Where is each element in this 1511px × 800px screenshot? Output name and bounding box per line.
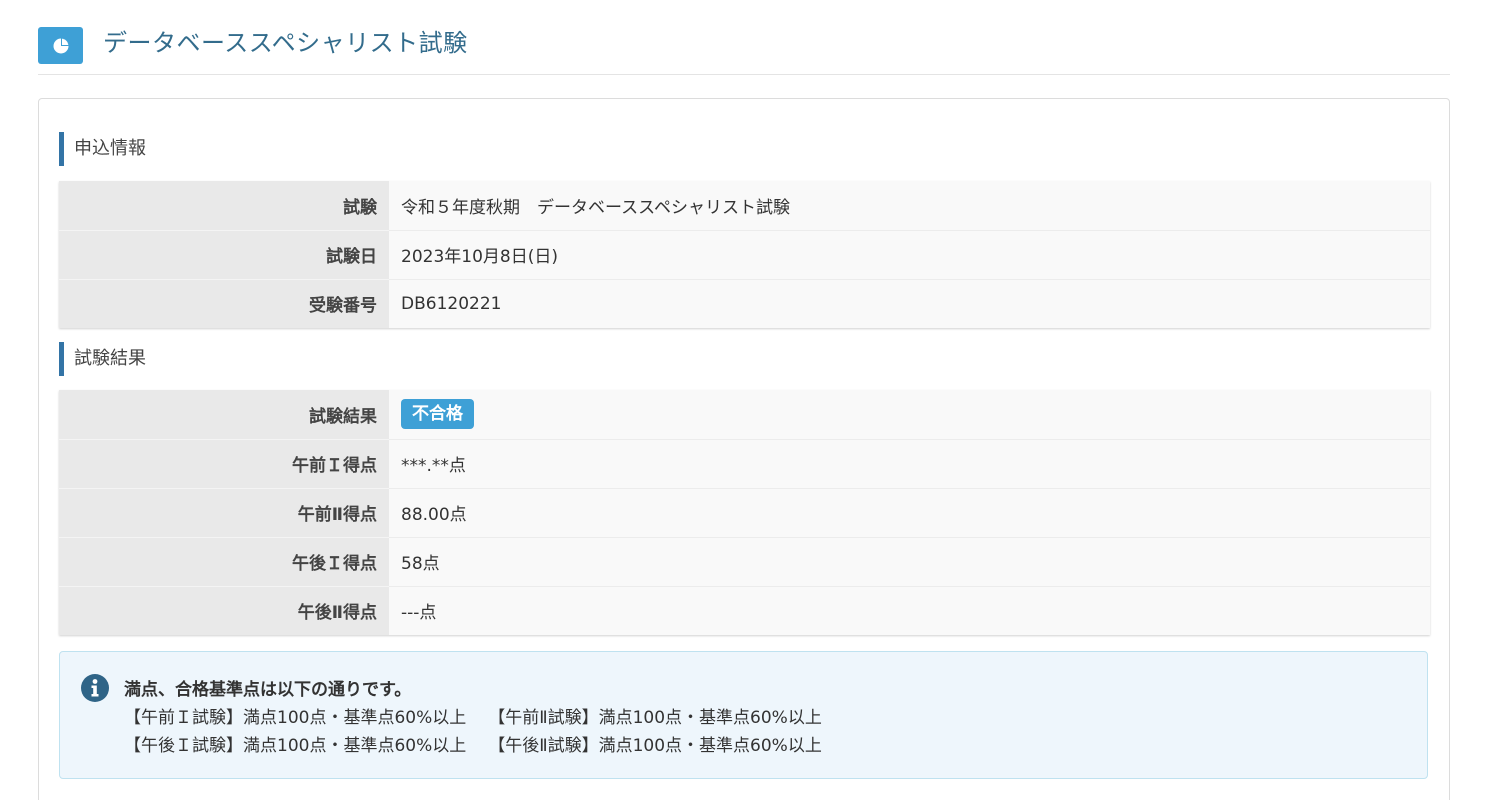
table-row: 試験日 2023年10月8日(日)	[59, 230, 1430, 280]
score-notice-alert: 満点、合格基準点は以下の通りです。 【午前Ｉ試験】満点100点・基準点60%以上…	[59, 651, 1428, 779]
table-row: 午後Ｉ得点 58点	[59, 537, 1430, 587]
row-value: ***.**点	[389, 439, 1430, 489]
section-heading-application: 申込情報	[59, 132, 146, 166]
row-value: 令和５年度秋期 データベーススペシャリスト試験	[389, 181, 1430, 231]
exam-result-table: 試験結果 不合格 午前Ｉ得点 ***.**点 午前Ⅱ得点 88.00点 午後Ｉ得…	[59, 390, 1430, 635]
status-badge: 不合格	[401, 399, 474, 430]
row-label: 午前Ｉ得点	[59, 439, 389, 489]
row-value: 2023年10月8日(日)	[389, 230, 1430, 280]
notice-line-2: 【午後Ｉ試験】満点100点・基準点60%以上 【午後Ⅱ試験】満点100点・基準点6…	[124, 732, 822, 760]
row-label: 午前Ⅱ得点	[59, 488, 389, 538]
info-icon	[81, 674, 109, 702]
row-value: 不合格	[389, 390, 1430, 440]
notice-text: 【午後Ｉ試験】満点100点・基準点60%以上	[124, 736, 467, 756]
row-value: 88.00点	[389, 488, 1430, 538]
row-value: 58点	[389, 537, 1430, 587]
table-row: 試験結果 不合格	[59, 390, 1430, 440]
notice-body: 満点、合格基準点は以下の通りです。 【午前Ｉ試験】満点100点・基準点60%以上…	[124, 676, 822, 760]
row-value: DB6120221	[389, 279, 1430, 328]
main-card: 申込情報 試験 令和５年度秋期 データベーススペシャリスト試験 試験日 2023…	[38, 98, 1450, 800]
row-label: 午後Ｉ得点	[59, 537, 389, 587]
row-label: 午後Ⅱ得点	[59, 586, 389, 635]
page-title: データベーススペシャリスト試験	[103, 29, 468, 57]
page-header: データベーススペシャリスト試験	[38, 0, 1450, 75]
pie-chart-icon	[38, 27, 83, 64]
notice-text: 【午前Ｉ試験】満点100点・基準点60%以上	[124, 708, 467, 728]
row-label: 試験日	[59, 230, 389, 280]
page: データベーススペシャリスト試験 申込情報 試験 令和５年度秋期 データベーススペ…	[0, 0, 1511, 800]
section-heading-result: 試験結果	[59, 342, 146, 376]
row-label: 試験結果	[59, 390, 389, 440]
application-info-table: 試験 令和５年度秋期 データベーススペシャリスト試験 試験日 2023年10月8…	[59, 181, 1430, 328]
table-row: 試験 令和５年度秋期 データベーススペシャリスト試験	[59, 181, 1430, 231]
notice-text: 【午後Ⅱ試験】満点100点・基準点60%以上	[488, 736, 822, 756]
row-value: ---点	[389, 586, 1430, 635]
row-label: 受験番号	[59, 279, 389, 328]
row-label: 試験	[59, 181, 389, 231]
notice-text: 【午前Ⅱ試験】満点100点・基準点60%以上	[488, 708, 822, 728]
notice-line-1: 【午前Ｉ試験】満点100点・基準点60%以上 【午前Ⅱ試験】満点100点・基準点6…	[124, 704, 822, 732]
table-row: 午後Ⅱ得点 ---点	[59, 586, 1430, 635]
notice-title: 満点、合格基準点は以下の通りです。	[124, 680, 412, 700]
table-row: 午前Ｉ得点 ***.**点	[59, 439, 1430, 489]
table-row: 受験番号 DB6120221	[59, 279, 1430, 328]
table-row: 午前Ⅱ得点 88.00点	[59, 488, 1430, 538]
